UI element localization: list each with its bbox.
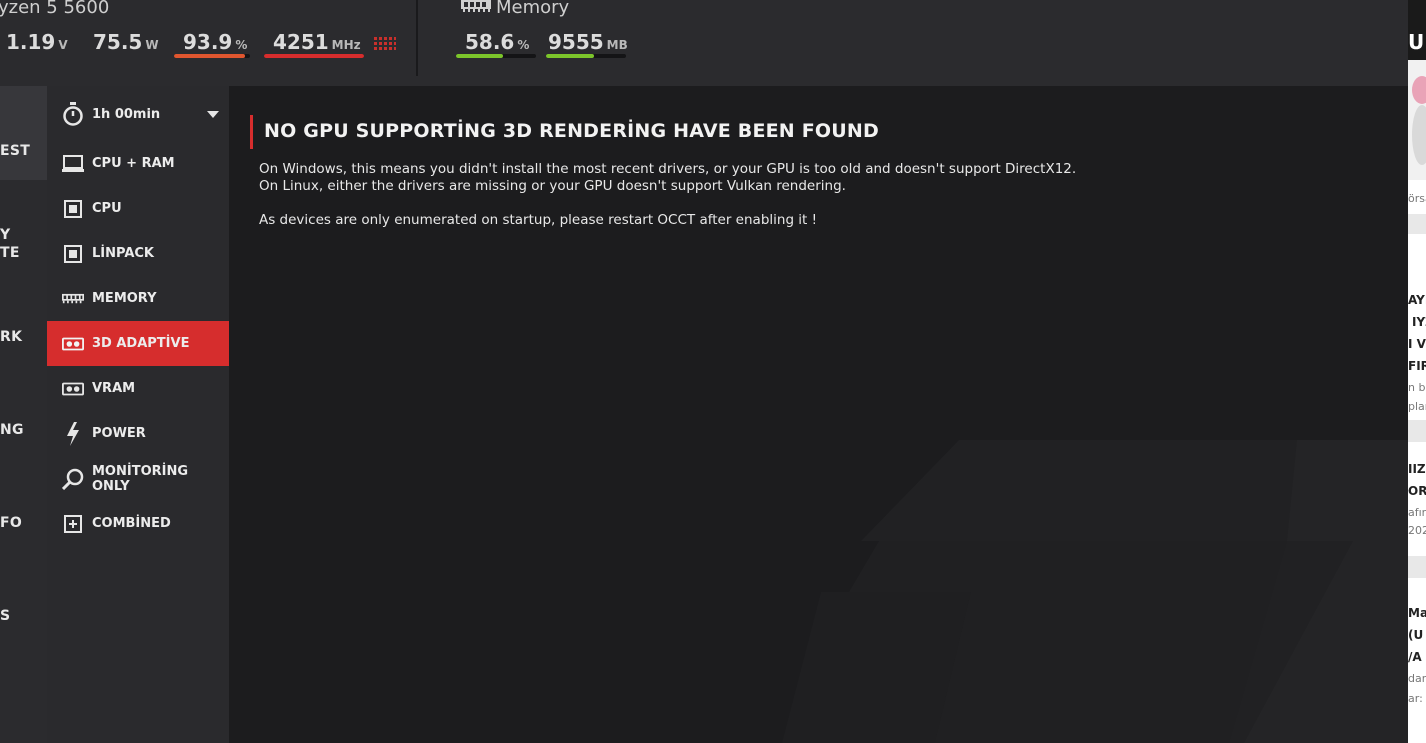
chip-icon	[62, 198, 84, 220]
cpu-clock-bar-fill	[264, 54, 364, 58]
test-item-label: 3D ADAPTİVE	[92, 336, 190, 351]
test-item-label: MEMORY	[92, 291, 157, 306]
bg-separator	[1408, 420, 1426, 442]
bg-fragment: dan	[1408, 672, 1426, 685]
main-nav-active-item[interactable]	[0, 86, 47, 180]
test-panel: NO GPU SUPPORTİNG 3D RENDERİNG HAVE BEEN…	[229, 86, 1408, 743]
panel-divider	[416, 0, 418, 76]
main-nav-item-a[interactable]: Y	[0, 227, 10, 243]
bg-fragment: I VE	[1408, 337, 1426, 351]
memory-usage: 58.6%	[465, 30, 530, 54]
bg-fragment: (U	[1408, 628, 1424, 642]
test-item-vram[interactable]: VRAM	[47, 366, 229, 411]
hardware-monitor-bar: yzen 5 5600 1.19 V 75.5 W 93.9% 4251 MHz Me…	[0, 0, 1408, 86]
chip-icon	[62, 243, 84, 265]
memory-usage-bar-fill	[456, 54, 503, 58]
test-item-power[interactable]: POWER	[47, 411, 229, 456]
bg-fragment: plar	[1408, 400, 1426, 413]
error-message-linux: On Linux, either the drivers are missing…	[259, 178, 846, 194]
duration-select[interactable]: 1h 00min	[47, 86, 229, 142]
test-item-label: MONİTORİNG ONLY	[92, 463, 189, 494]
test-list: 1h 00min CPU + RAM CPU LİNPACK MEMORY 3D…	[47, 86, 229, 743]
heading-accent-bar	[250, 115, 253, 149]
bg-fragment: Mag	[1408, 606, 1426, 620]
test-item-label: CPU	[92, 201, 122, 216]
cpu-voltage: 1.19 V	[6, 30, 68, 54]
chevron-down-icon[interactable]	[207, 111, 219, 118]
test-item-label: COMBİNED	[92, 516, 171, 531]
main-nav-item-settings[interactable]: S	[0, 608, 10, 624]
main-nav-item-a-line2[interactable]: TE	[0, 245, 20, 261]
avatar-image	[1408, 60, 1426, 180]
plus-box-icon	[62, 513, 84, 535]
bg-separator	[1408, 556, 1426, 578]
bg-fragment: 202	[1408, 524, 1426, 537]
test-item-combined[interactable]: COMBİNED	[47, 501, 229, 546]
bg-fragment: ORU	[1408, 484, 1426, 498]
test-item-linpack[interactable]: LİNPACK	[47, 231, 229, 276]
gpu-icon	[62, 333, 84, 355]
memory-used-bar-fill	[546, 54, 594, 58]
main-nav: EST Y TE RK NG FO S	[0, 86, 47, 743]
bg-fragment: IIZ	[1408, 462, 1426, 476]
error-message-windows: On Windows, this means you didn't instal…	[259, 161, 1077, 177]
bg-fragment: AYR	[1408, 293, 1426, 307]
cores-grid-icon[interactable]	[374, 37, 396, 51]
bg-separator	[1408, 214, 1426, 234]
background-window-edge: UP örsa AYR IYZ I VE FIRS n b plar IIZ O…	[1408, 0, 1426, 743]
ram-icon	[62, 288, 84, 310]
test-item-label: VRAM	[92, 381, 136, 396]
memory-used-bar	[546, 54, 626, 58]
test-item-cpu[interactable]: CPU	[47, 186, 229, 231]
bg-fragment: /A	[1408, 650, 1422, 664]
magnifier-icon	[62, 468, 84, 490]
gpu-icon	[62, 378, 84, 400]
cpu-usage-bar-fill	[174, 54, 246, 58]
bg-fragment: afır	[1408, 506, 1426, 519]
lightning-icon	[62, 421, 84, 446]
cpu-usage: 93.9%	[183, 30, 248, 54]
main-nav-item-monitoring[interactable]: NG	[0, 422, 24, 438]
cpu-clock: 4251 MHz	[273, 30, 361, 54]
main-nav-item-test[interactable]: EST	[0, 143, 30, 159]
bg-fragment: ar: 2	[1408, 692, 1426, 705]
cpu-clock-bar	[264, 54, 364, 58]
memory-icon	[461, 0, 491, 12]
error-message-restart: As devices are only enumerated on startu…	[259, 212, 818, 228]
error-heading: NO GPU SUPPORTİNG 3D RENDERİNG HAVE BEEN…	[264, 120, 879, 142]
stopwatch-icon	[62, 102, 84, 126]
test-item-label: LİNPACK	[92, 246, 155, 261]
memory-used: 9555 MB	[548, 30, 628, 54]
test-item-label: CPU + RAM	[92, 156, 175, 171]
cpu-title: yzen 5 5600	[0, 0, 110, 18]
test-item-memory[interactable]: MEMORY	[47, 276, 229, 321]
memory-usage-bar	[456, 54, 536, 58]
bg-fragment: FIRS	[1408, 359, 1426, 373]
bg-fragment: UP	[1408, 30, 1426, 54]
main-nav-item-info[interactable]: FO	[0, 515, 22, 531]
test-item-monitoring-only[interactable]: MONİTORİNG ONLY	[47, 456, 229, 501]
test-item-3d-adaptive[interactable]: 3D ADAPTİVE	[47, 321, 229, 366]
test-item-label: POWER	[92, 426, 146, 441]
memory-title: Memory	[496, 0, 570, 18]
main-nav-item-benchmark[interactable]: RK	[0, 329, 22, 345]
cpu-power: 75.5 W	[93, 30, 159, 54]
bg-fragment: n b	[1408, 381, 1426, 394]
laptop-icon	[62, 153, 84, 175]
test-item-cpu-ram[interactable]: CPU + RAM	[47, 141, 229, 186]
duration-value: 1h 00min	[92, 106, 161, 122]
bg-fragment: örsa	[1408, 192, 1426, 205]
cpu-usage-bar	[174, 54, 250, 58]
bg-fragment: IYZ	[1412, 315, 1426, 329]
